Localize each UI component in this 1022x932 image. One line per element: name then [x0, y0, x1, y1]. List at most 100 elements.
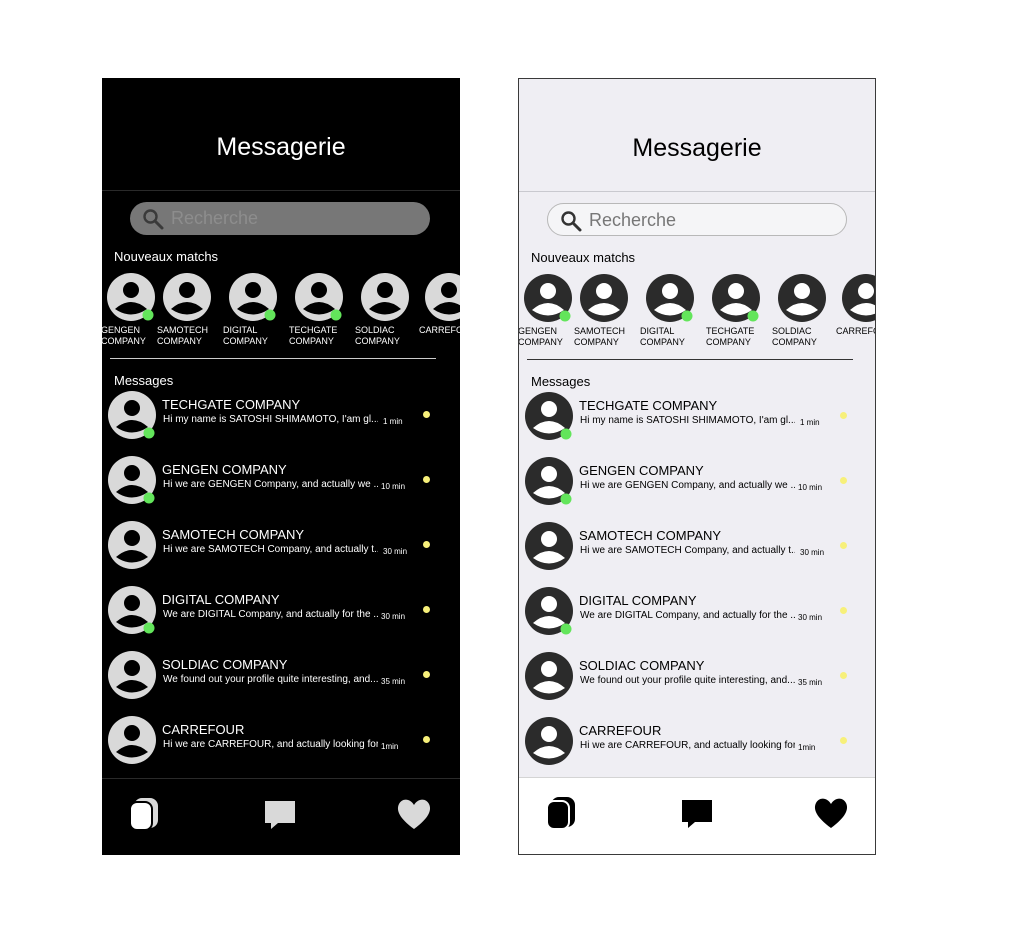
avatar-icon	[108, 521, 156, 569]
match-name: DIGITAL COMPANY	[640, 326, 712, 348]
match-item[interactable]: CARREFOUR	[836, 274, 875, 354]
header-divider	[519, 191, 875, 192]
tab-cards[interactable]	[126, 795, 164, 833]
unread-indicator	[423, 606, 430, 613]
avatar	[107, 273, 155, 321]
new-matches-list: GENGEN COMPANY SAMOTECH COMPANY DIGITAL COMPA…	[102, 273, 460, 353]
chat-bubble-icon	[682, 800, 712, 828]
message-time: 30 min	[383, 547, 408, 556]
bottom-tab-bar	[102, 778, 460, 855]
message-row[interactable]: TECHGATE COMPANY Hi my name is SATOSHI SH…	[519, 392, 875, 452]
avatar-icon	[361, 273, 409, 321]
matches-divider	[527, 359, 853, 360]
match-name-line2: COMPANY	[223, 336, 268, 346]
unread-indicator	[840, 477, 847, 484]
message-time: 10 min	[798, 483, 823, 492]
message-row[interactable]: CARREFOUR Hi we are CARREFOUR, and actual…	[102, 716, 460, 776]
avatar-icon	[646, 274, 694, 322]
avatar	[108, 716, 156, 764]
avatar	[108, 651, 156, 699]
match-name-line1: TECHGATE	[289, 325, 338, 335]
match-name-line1: SOLDIAC	[355, 325, 395, 335]
search-input[interactable]: Recherche	[547, 203, 847, 236]
search-icon	[143, 209, 164, 230]
message-sender: GENGEN COMPANY	[162, 462, 287, 477]
message-row[interactable]: CARREFOUR Hi we are CARREFOUR, and actual…	[519, 717, 875, 777]
match-item[interactable]: SOLDIAC COMPANY	[355, 273, 431, 353]
match-name-line1: TECHGATE	[706, 326, 755, 336]
match-name: TECHGATE COMPANY	[706, 326, 778, 348]
online-status-dot	[264, 309, 276, 321]
avatar-icon	[108, 651, 156, 699]
message-time: 1 min	[800, 418, 820, 427]
message-preview: Hi my name is SATOSHI SHIMAMOTO, I'am gl…	[580, 415, 795, 426]
message-row[interactable]: SAMOTECH COMPANY Hi we are SAMOTECH Compa…	[102, 521, 460, 581]
message-sender: CARREFOUR	[579, 723, 662, 738]
phone-screen-dark: Messagerie Recherche Nouveaux matchs GENGEN…	[102, 78, 460, 855]
message-time: 10 min	[381, 482, 406, 491]
match-name-line1: DIGITAL	[223, 325, 258, 335]
match-name: CARREFOUR	[836, 326, 875, 337]
chat-bubble-icon	[265, 801, 295, 829]
message-sender: DIGITAL COMPANY	[162, 592, 280, 607]
avatar	[646, 274, 694, 322]
header: Messagerie	[519, 79, 875, 192]
message-row[interactable]: SOLDIAC COMPANY We found out your profile…	[519, 652, 875, 712]
tab-heart[interactable]	[812, 794, 850, 832]
avatar-icon	[778, 274, 826, 322]
message-preview: Hi we are GENGEN Company, and actually w…	[163, 479, 378, 490]
avatar-icon	[712, 274, 760, 322]
unread-indicator	[840, 737, 847, 744]
avatar	[361, 273, 409, 321]
heart-icon	[397, 799, 431, 829]
message-preview: We found out your profile quite interest…	[580, 675, 795, 686]
avatar-icon	[525, 717, 573, 765]
message-time: 1min	[798, 743, 816, 752]
avatar	[229, 273, 277, 321]
match-name-line2: COMPANY	[289, 336, 334, 346]
tab-cards[interactable]	[543, 794, 581, 832]
header: Messagerie	[102, 78, 460, 191]
match-item[interactable]: CARREFOUR	[419, 273, 460, 353]
avatar-icon	[163, 273, 211, 321]
message-sender: CARREFOUR	[162, 722, 245, 737]
message-preview: Hi we are CARREFOUR, and actually lookin…	[580, 740, 795, 751]
avatar	[525, 652, 573, 700]
avatar	[108, 586, 156, 634]
message-preview: We are DIGITAL Company, and actually for…	[580, 610, 795, 621]
message-preview: Hi we are GENGEN Company, and actually w…	[580, 480, 795, 491]
avatar	[524, 274, 572, 322]
match-item[interactable]: SOLDIAC COMPANY	[772, 274, 848, 354]
message-row[interactable]: SOLDIAC COMPANY We found out your profile…	[102, 651, 460, 711]
message-time: 35 min	[381, 677, 406, 686]
message-row[interactable]: DIGITAL COMPANY We are DIGITAL Company, a…	[519, 587, 875, 647]
match-name: SOLDIAC COMPANY	[355, 325, 427, 347]
search-placeholder: Recherche	[589, 210, 677, 230]
online-status-dot	[143, 427, 155, 439]
avatar	[425, 273, 460, 321]
match-name-line1: CARREFOUR	[836, 326, 875, 336]
message-row[interactable]: SAMOTECH COMPANY Hi we are SAMOTECH Compa…	[519, 522, 875, 582]
message-row[interactable]: GENGEN COMPANY Hi we are GENGEN Company, …	[102, 456, 460, 516]
message-sender: TECHGATE COMPANY	[579, 398, 718, 413]
avatar-icon	[525, 522, 573, 570]
avatar	[525, 392, 573, 440]
message-row[interactable]: GENGEN COMPANY Hi we are GENGEN Company, …	[519, 457, 875, 517]
avatar	[842, 274, 875, 322]
message-sender: DIGITAL COMPANY	[579, 593, 697, 608]
online-status-dot	[559, 310, 571, 322]
tab-heart[interactable]	[395, 795, 433, 833]
tab-chat-bubble[interactable]	[678, 794, 716, 832]
message-row[interactable]: DIGITAL COMPANY We are DIGITAL Company, a…	[102, 586, 460, 646]
avatar-icon	[108, 716, 156, 764]
online-status-dot	[681, 310, 693, 322]
message-time: 30 min	[800, 548, 825, 557]
message-sender: SOLDIAC COMPANY	[162, 657, 288, 672]
search-input[interactable]: Recherche	[130, 202, 430, 235]
avatar	[580, 274, 628, 322]
message-time: 1min	[381, 742, 399, 751]
match-name: CARREFOUR	[419, 325, 460, 336]
tab-chat-bubble[interactable]	[261, 795, 299, 833]
header-divider	[102, 190, 460, 191]
message-row[interactable]: TECHGATE COMPANY Hi my name is SATOSHI SH…	[102, 391, 460, 451]
